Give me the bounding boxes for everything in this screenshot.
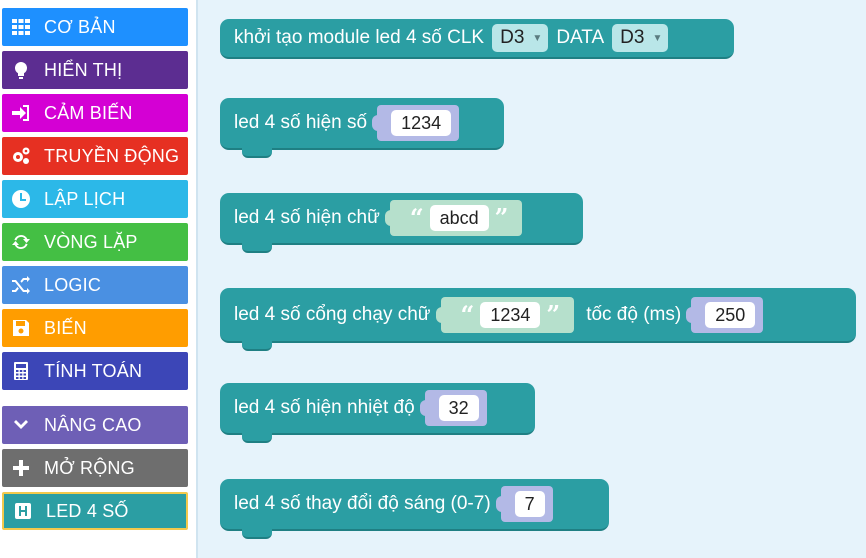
speed-input-slot[interactable]: 250 — [686, 296, 764, 333]
shuffle-icon — [10, 274, 32, 296]
category-led-4-so[interactable]: LED 4 SỐ — [2, 492, 188, 530]
block-label: led 4 số hiện số — [234, 112, 368, 133]
block-notch — [242, 529, 272, 539]
plus-icon — [10, 457, 32, 479]
category-label: CẢM BIẾN — [44, 102, 133, 123]
block-label-data: DATA — [556, 27, 605, 48]
category-label: LẬP LỊCH — [44, 188, 126, 209]
number-input-slot[interactable]: 1234 — [372, 105, 460, 141]
category-hien-thi[interactable]: HIỂN THỊ — [2, 51, 188, 89]
sign-in-icon — [10, 102, 32, 124]
open-quote-icon: “ — [460, 299, 475, 329]
block-notch — [242, 433, 272, 443]
category-label: BIẾN — [44, 317, 87, 338]
calculator-icon — [10, 360, 32, 382]
clock-icon — [10, 188, 32, 210]
gears-icon — [10, 145, 32, 167]
brightness-input-slot[interactable]: 7 — [495, 486, 553, 522]
block-show-temperature[interactable]: led 4 số hiện nhiệt độ 32 — [220, 383, 535, 443]
chevron-down-icon — [10, 414, 32, 436]
number-field[interactable]: 1234 — [391, 110, 452, 136]
block-label: led 4 số hiện chữ — [234, 207, 380, 228]
text-field[interactable]: abcd — [429, 205, 489, 231]
blocks-workspace[interactable]: khởi tạo module led 4 số CLK D3 ▼ DATA D… — [198, 0, 866, 558]
category-co-ban[interactable]: CƠ BẢN — [2, 8, 188, 46]
data-pin-dropdown[interactable]: D3 ▼ — [612, 24, 669, 52]
block-label: khởi tạo module led 4 số CLK — [234, 27, 485, 48]
category-logic[interactable]: LOGIC — [2, 266, 188, 304]
category-label: LOGIC — [44, 274, 102, 295]
clk-pin-dropdown[interactable]: D3 ▼ — [492, 24, 549, 52]
category-vong-lap[interactable]: VÒNG LẶP — [2, 223, 188, 261]
scroll-text-input-slot[interactable]: “ 1234 ” — [435, 296, 575, 333]
block-show-number[interactable]: led 4 số hiện số 1234 — [220, 98, 504, 158]
category-label: LED 4 SỐ — [46, 500, 129, 521]
open-quote-icon: “ — [409, 203, 424, 232]
category-label: MỞ RỘNG — [44, 457, 135, 478]
refresh-icon — [10, 231, 32, 253]
close-quote-icon: ” — [494, 203, 509, 232]
block-label: led 4 số hiện nhiệt độ — [234, 397, 415, 418]
speed-field[interactable]: 250 — [705, 301, 756, 328]
category-tinh-toan[interactable]: TÍNH TOÁN — [2, 352, 188, 390]
category-cam-bien[interactable]: CẢM BIẾN — [2, 94, 188, 132]
data-pin-value: D3 — [620, 27, 645, 48]
save-icon — [10, 317, 32, 339]
h-box-icon — [12, 500, 34, 522]
category-nang-cao[interactable]: NÂNG CAO — [2, 406, 188, 444]
category-label: VÒNG LẶP — [44, 231, 138, 252]
clk-pin-value: D3 — [500, 27, 525, 48]
close-quote-icon: ” — [546, 299, 561, 329]
block-brightness[interactable]: led 4 số thay đổi độ sáng (0-7) 7 — [220, 479, 609, 539]
scroll-text-field[interactable]: 1234 — [480, 301, 541, 328]
temperature-field[interactable]: 32 — [438, 395, 479, 421]
category-label: TRUYỀN ĐỘNG — [44, 145, 180, 166]
block-notch — [242, 148, 272, 158]
block-label: led 4 số cổng chạy chữ — [234, 303, 431, 325]
category-label: TÍNH TOÁN — [44, 360, 143, 381]
dropdown-arrow-icon: ▼ — [532, 32, 543, 44]
category-label: CƠ BẢN — [44, 16, 116, 37]
category-label: NÂNG CAO — [44, 414, 142, 435]
block-notch — [242, 341, 272, 351]
category-mo-rong[interactable]: MỞ RỘNG — [2, 449, 188, 487]
lightbulb-icon — [10, 59, 32, 81]
block-scroll-text[interactable]: led 4 số cổng chạy chữ “ 1234 ” tốc độ (… — [220, 288, 856, 351]
speed-label: tốc độ (ms) — [586, 303, 682, 325]
toolbox-sidebar: CƠ BẢN HIỂN THỊ CẢM BIẾN TRUYỀN ĐỘNG LẬP… — [0, 0, 196, 558]
temperature-input-slot[interactable]: 32 — [419, 390, 487, 426]
category-label: HIỂN THỊ — [44, 59, 123, 80]
text-input-slot[interactable]: “ abcd ” — [384, 200, 523, 236]
block-init-module[interactable]: khởi tạo module led 4 số CLK D3 ▼ DATA D… — [220, 19, 734, 59]
block-show-text[interactable]: led 4 số hiện chữ “ abcd ” — [220, 193, 583, 253]
dropdown-arrow-icon: ▼ — [652, 32, 663, 44]
grid-icon — [10, 16, 32, 38]
block-label: led 4 số thay đổi độ sáng (0-7) — [234, 493, 491, 514]
category-bien[interactable]: BIẾN — [2, 309, 188, 347]
category-lap-lich[interactable]: LẬP LỊCH — [2, 180, 188, 218]
brightness-field[interactable]: 7 — [514, 491, 545, 517]
category-truyen-dong[interactable]: TRUYỀN ĐỘNG — [2, 137, 188, 175]
block-notch — [242, 243, 272, 253]
